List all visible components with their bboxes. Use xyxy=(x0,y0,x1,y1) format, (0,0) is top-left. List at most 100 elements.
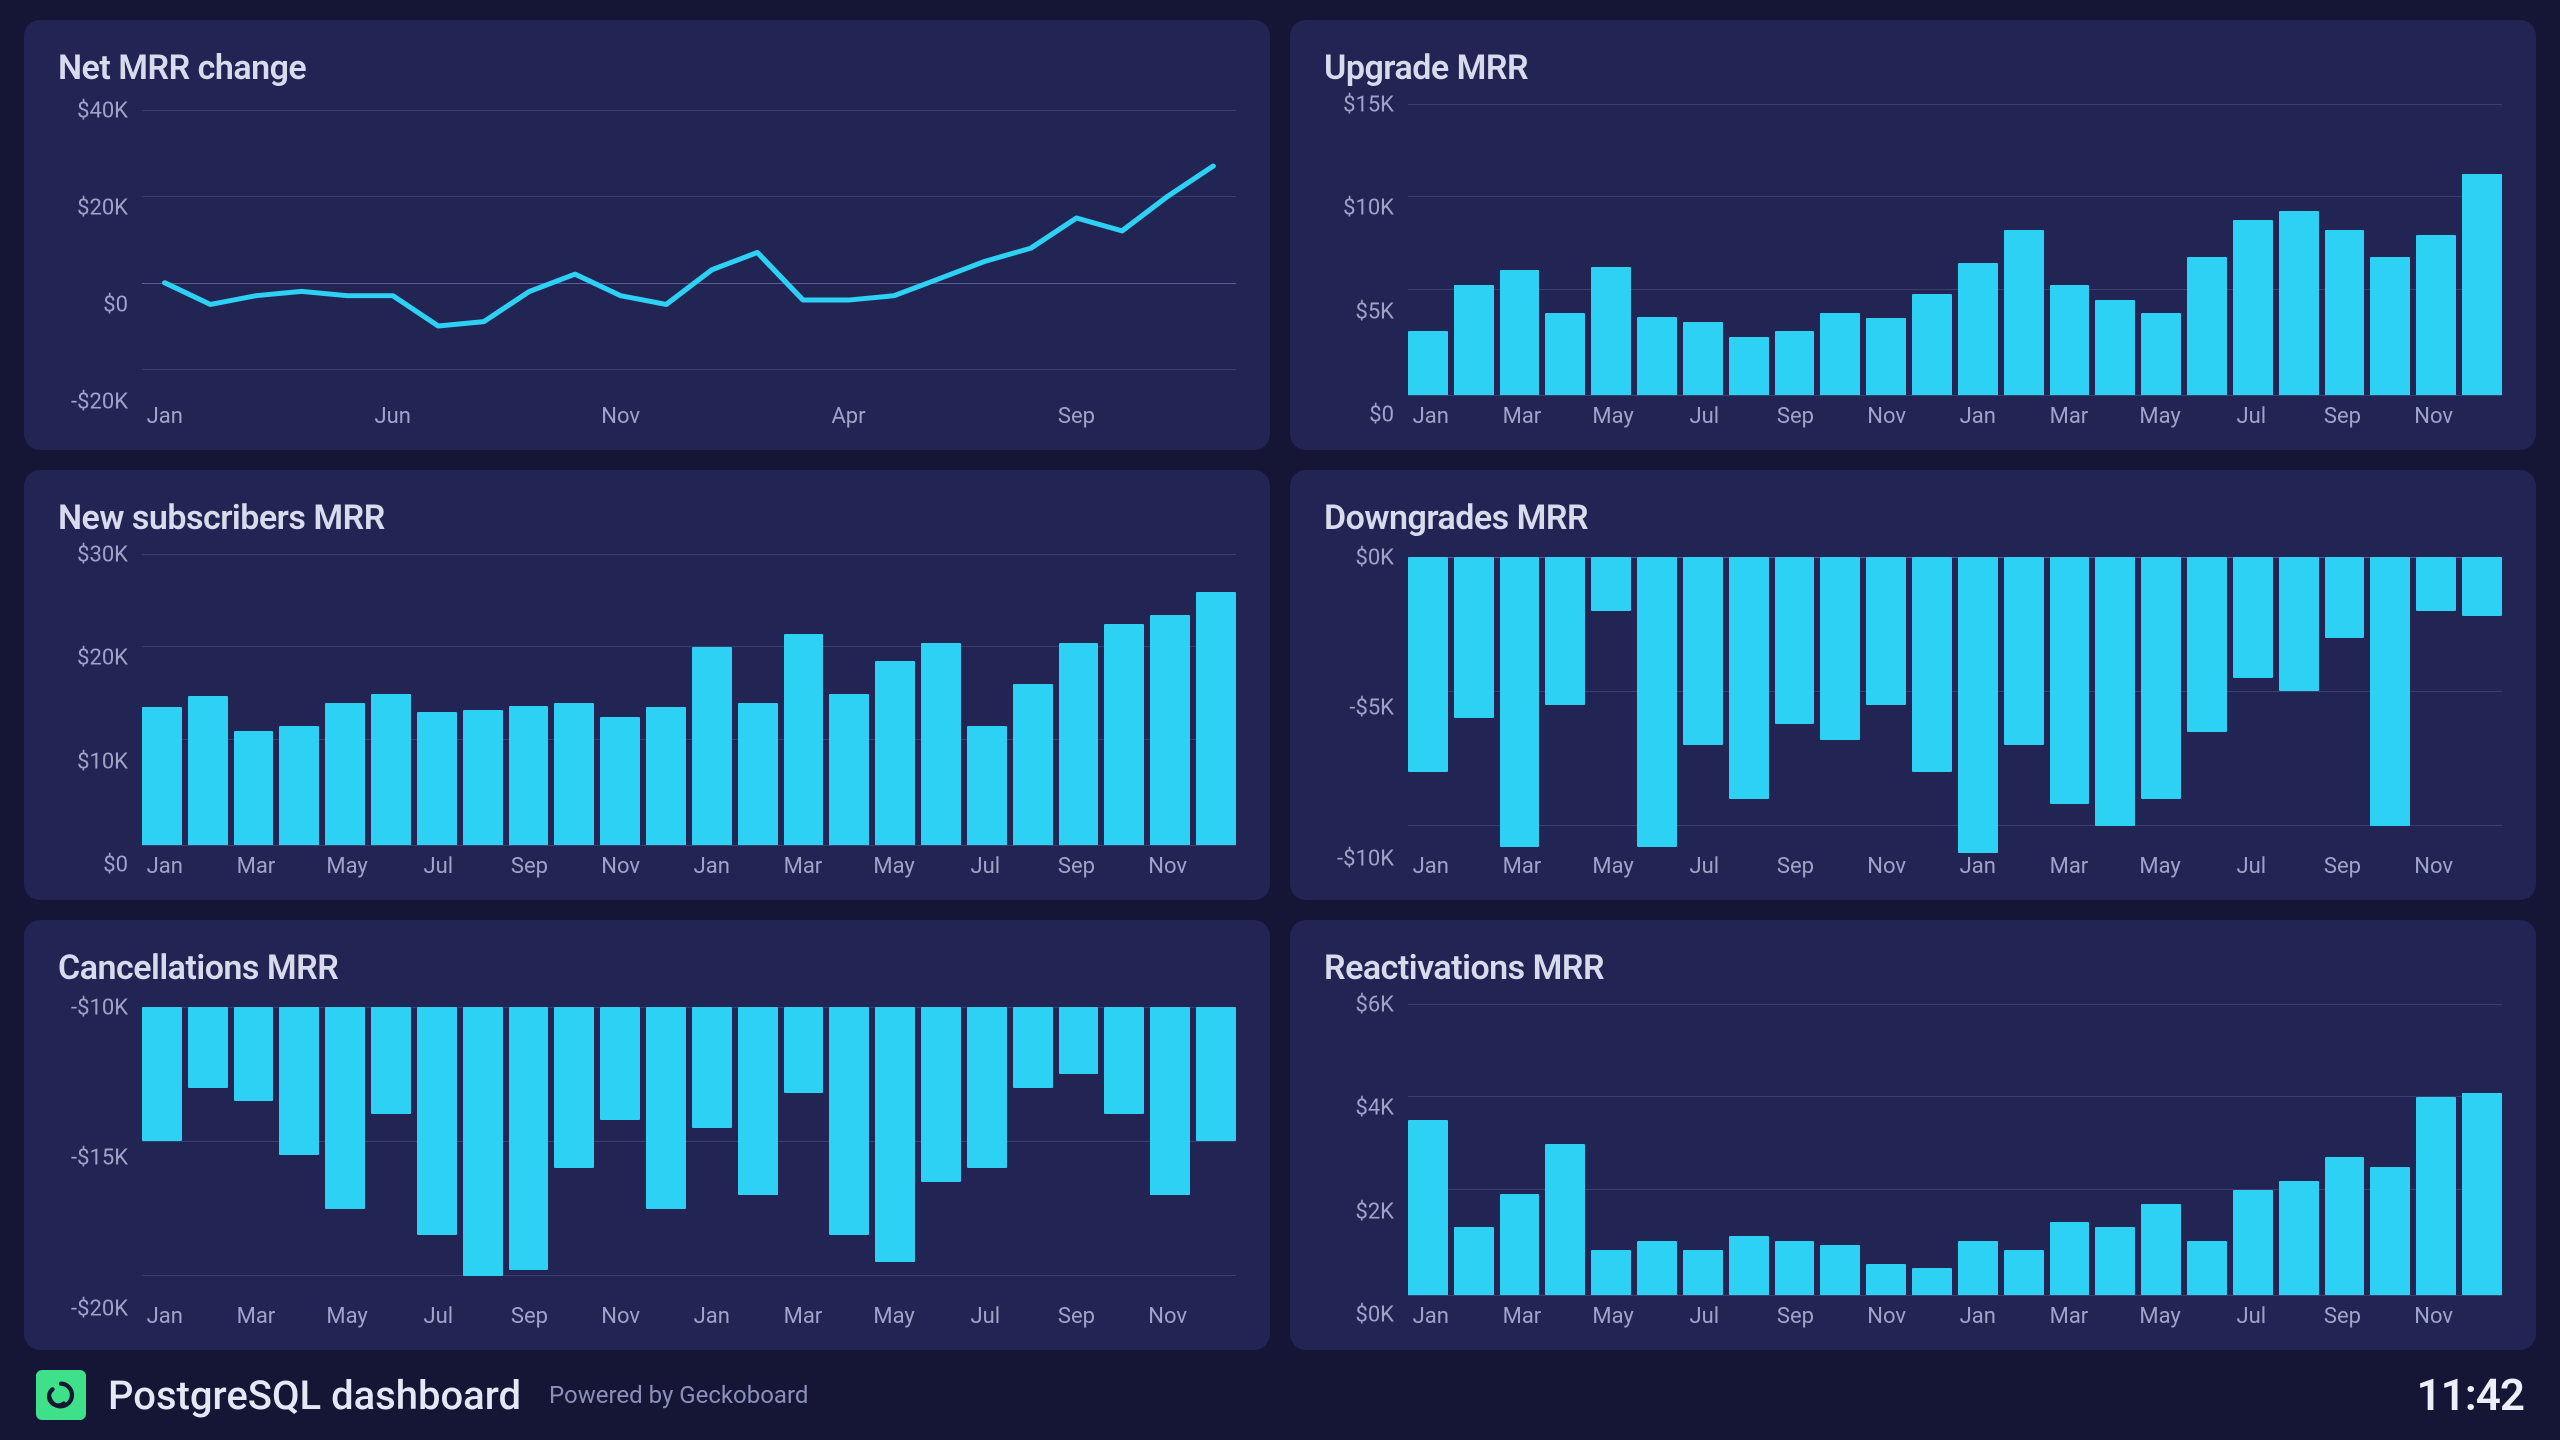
bar xyxy=(1408,1120,1448,1296)
bar xyxy=(784,634,824,846)
x-tick-label: Jul xyxy=(2236,404,2266,429)
chart-reactivations: $6K $4K $2K $0K JanMarMayJulSepNovJanMar… xyxy=(1324,998,2502,1332)
card-title: Downgrades MRR xyxy=(1324,498,2502,538)
x-tick-label: Jan xyxy=(694,854,730,879)
bar xyxy=(2462,1093,2502,1296)
y-axis: $30K $20K $10K $0 xyxy=(58,548,142,882)
bar xyxy=(2141,1204,2181,1296)
bar xyxy=(738,1007,778,1195)
bar xyxy=(2233,557,2273,678)
x-axis: JanMarMayJulSepNovJanMarMayJulSepNov xyxy=(1408,848,2502,882)
bar xyxy=(1637,1241,1677,1296)
bar xyxy=(1059,643,1099,846)
x-tick-label: Mar xyxy=(2050,404,2089,429)
bar xyxy=(1820,1245,1860,1296)
bar xyxy=(829,694,869,846)
bar xyxy=(738,703,778,846)
y-axis: -$10K -$15K -$20K xyxy=(58,998,142,1332)
x-tick-label: May xyxy=(326,1304,367,1329)
x-tick-label: Mar xyxy=(1503,1304,1542,1329)
x-tick-label: Jan xyxy=(147,854,183,879)
chart-net-mrr: $40K $20K $0 -$20K JanJunNovAprSep xyxy=(58,98,1236,432)
bar xyxy=(2325,1157,2365,1296)
card-net-mrr: Net MRR change $40K $20K $0 -$20K Jan xyxy=(24,20,1270,450)
bar xyxy=(1591,1250,1631,1296)
bar xyxy=(417,1007,457,1235)
bar xyxy=(1591,557,1631,611)
plot-area: JanMarMayJulSepNovJanMarMayJulSepNov xyxy=(142,548,1236,882)
y-axis: $15K $10K $5K $0 xyxy=(1324,98,1408,432)
bar xyxy=(1545,557,1585,705)
x-tick-label: Jul xyxy=(1689,854,1719,879)
bar xyxy=(2279,557,2319,691)
bar xyxy=(279,1007,319,1155)
bar xyxy=(463,710,503,846)
x-tick-label: Sep xyxy=(2324,1304,2361,1329)
bar xyxy=(1591,267,1631,396)
bar xyxy=(784,1007,824,1093)
x-tick-label: Mar xyxy=(1503,854,1542,879)
bar xyxy=(1683,1250,1723,1296)
bars xyxy=(142,1007,1236,1296)
bar xyxy=(692,1007,732,1128)
bar xyxy=(1454,285,1494,396)
bar xyxy=(967,1007,1007,1168)
x-tick-label: Mar xyxy=(784,854,823,879)
bar xyxy=(325,703,365,846)
bar xyxy=(1775,331,1815,396)
bar xyxy=(2233,1190,2273,1296)
x-axis: JanJunNovAprSep xyxy=(142,398,1236,432)
dashboard-grid: Net MRR change $40K $20K $0 -$20K Jan xyxy=(0,0,2560,1350)
bar xyxy=(1958,557,1998,853)
bar xyxy=(921,1007,961,1182)
bar xyxy=(2325,557,2365,638)
bar xyxy=(1683,557,1723,745)
bar xyxy=(1958,1241,1998,1296)
bars xyxy=(1408,98,2502,396)
bar xyxy=(2233,220,2273,396)
bar xyxy=(2095,557,2135,826)
plot-area: JanMarMayJulSepNovJanMarMayJulSepNov xyxy=(1408,998,2502,1332)
clock: 11:42 xyxy=(2416,1369,2524,1421)
bar xyxy=(1500,270,1540,396)
y-axis: $0K -$5K -$10K xyxy=(1324,548,1408,882)
x-axis: JanMarMayJulSepNovJanMarMayJulSepNov xyxy=(1408,398,2502,432)
bar xyxy=(554,703,594,846)
bar xyxy=(1912,294,1952,396)
bar xyxy=(829,1007,869,1235)
bar xyxy=(1408,557,1448,772)
x-tick-label: Nov xyxy=(2414,404,2453,429)
y-axis: $40K $20K $0 -$20K xyxy=(58,98,142,432)
plot-area: JanMarMayJulSepNovJanMarMayJulSepNov xyxy=(142,998,1236,1332)
bar xyxy=(1150,1007,1190,1195)
card-title: Upgrade MRR xyxy=(1324,48,2502,88)
x-tick-label: Jan xyxy=(147,404,183,429)
bar xyxy=(2141,557,2181,799)
x-tick-label: May xyxy=(1592,404,1633,429)
x-tick-label: Mar xyxy=(1503,404,1542,429)
x-tick-label: Mar xyxy=(784,1304,823,1329)
x-tick-label: Jan xyxy=(694,1304,730,1329)
bar xyxy=(417,712,457,846)
dashboard-title: PostgreSQL dashboard xyxy=(108,1372,521,1419)
x-tick-label: Sep xyxy=(511,854,548,879)
bar xyxy=(371,1007,411,1115)
bar xyxy=(646,707,686,846)
chart-new-subs: $30K $20K $10K $0 JanMarMayJulSepNovJanM… xyxy=(58,548,1236,882)
bar xyxy=(2187,1241,2227,1296)
x-tick-label: Nov xyxy=(2414,1304,2453,1329)
x-tick-label: Jan xyxy=(1413,404,1449,429)
bar xyxy=(1104,1007,1144,1115)
x-tick-label: May xyxy=(873,1304,914,1329)
card-title: Net MRR change xyxy=(58,48,1236,88)
x-tick-label: Sep xyxy=(511,1304,548,1329)
bars xyxy=(142,548,1236,846)
bar xyxy=(463,1007,503,1276)
bar xyxy=(2004,1250,2044,1296)
chart-downgrades: $0K -$5K -$10K JanMarMayJulSepNovJanMarM… xyxy=(1324,548,2502,882)
x-tick-label: Apr xyxy=(831,404,865,429)
bar xyxy=(554,1007,594,1168)
bar xyxy=(692,647,732,846)
x-tick-label: May xyxy=(2139,854,2180,879)
x-tick-label: Jan xyxy=(1960,404,1996,429)
